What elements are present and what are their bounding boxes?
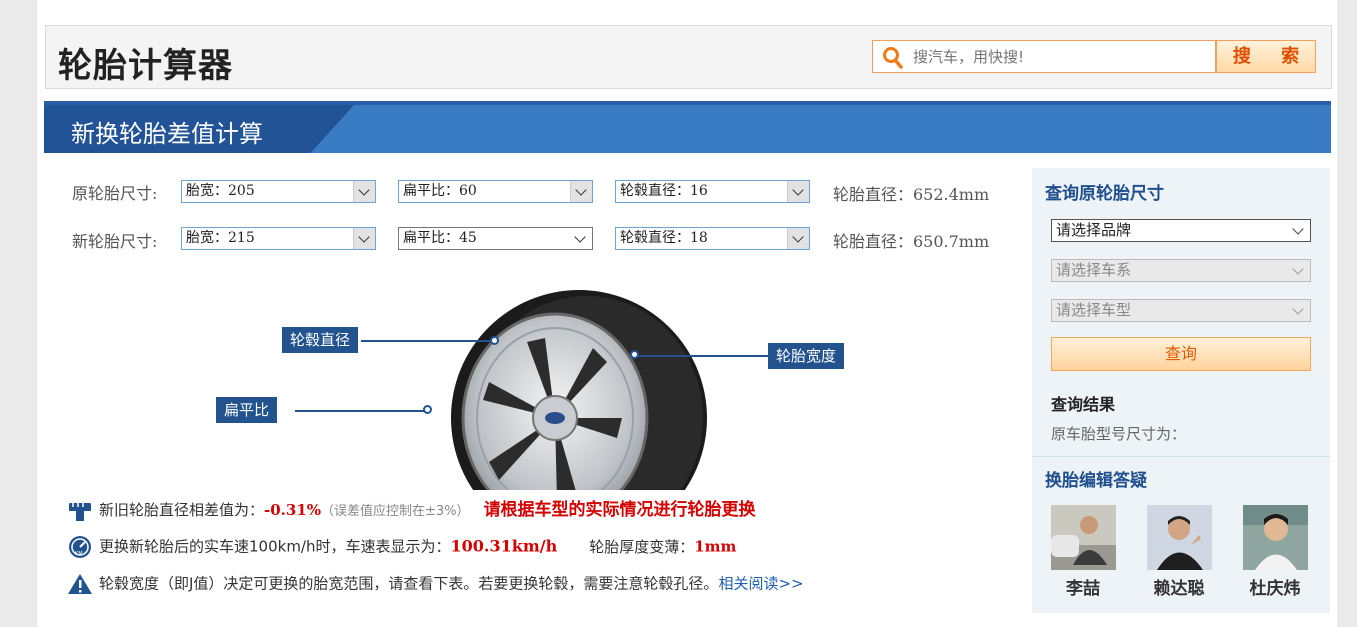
sidebar: 查询原轮胎尺寸 请选择品牌 请选择车系 请选择车型 查询 查询结果 原车胎型号尺… xyxy=(1032,168,1330,613)
aspect-ratio-dot xyxy=(423,405,432,414)
brand-select[interactable]: 请选择品牌 xyxy=(1051,219,1311,242)
aspect-ratio-callout: 扁平比 xyxy=(216,397,278,423)
svg-text:KM: KM xyxy=(75,551,83,557)
query-button[interactable]: 查询 xyxy=(1051,337,1311,371)
search-button[interactable]: 搜 索 xyxy=(1216,40,1316,73)
chevron-down-icon xyxy=(1292,263,1304,275)
rim-diameter-callout: 轮毂直径 xyxy=(282,327,359,353)
brand-select-value: 请选择品牌 xyxy=(1056,221,1132,239)
editor-name[interactable]: 李喆 xyxy=(1043,574,1123,599)
divider xyxy=(1032,456,1330,457)
ruler-icon xyxy=(69,502,91,521)
speed-prefix: 更换新轮胎后的实车速100km/h时，车速表显示为： xyxy=(99,537,451,556)
editor-photo xyxy=(1051,505,1116,570)
original-width-select[interactable]: 胎宽：205 xyxy=(181,180,376,203)
thin-prefix: 轮胎厚度变薄： xyxy=(589,537,695,556)
model-select-value: 请选择车型 xyxy=(1056,301,1132,319)
original-rim-select[interactable]: 轮毂直径：16 xyxy=(615,180,810,203)
chevron-down-icon xyxy=(353,181,375,202)
diff-note: （误差值应控制在±3%） xyxy=(321,504,470,519)
tire-image xyxy=(451,290,707,490)
width-note-line: 轮毂宽度（即J值）决定可更换的胎宽范围，请查看下表。若要更换轮毂，需要注意轮毂孔… xyxy=(67,572,804,596)
width-note: 轮毂宽度（即J值）决定可更换的胎宽范围，请查看下表。若要更换轮毂，需要注意轮毂孔… xyxy=(99,574,719,593)
page-title: 轮胎计算器 xyxy=(58,46,233,86)
original-aspect-select[interactable]: 扁平比：60 xyxy=(398,180,593,203)
speed-line: KM 更换新轮胎后的实车速100km/h时，车速表显示为：100.31km/h 轮… xyxy=(67,535,736,559)
chevron-down-icon xyxy=(353,228,375,249)
editor-photo xyxy=(1147,505,1212,570)
tire-width-dot xyxy=(630,350,639,359)
rim-diameter-dot xyxy=(490,336,499,345)
new-diameter: 轮胎直径：650.7mm xyxy=(833,232,990,251)
editor-photo xyxy=(1243,505,1308,570)
new-rim-value: 轮毂直径：18 xyxy=(620,230,708,246)
avatar[interactable] xyxy=(1051,505,1116,570)
warning-icon xyxy=(68,574,92,594)
new-width-select[interactable]: 胎宽：215 xyxy=(181,227,376,250)
tire-width-line xyxy=(637,355,768,357)
new-tire-label: 新轮胎尺寸: xyxy=(72,232,158,251)
page: 轮胎计算器 搜 索 新换轮胎差值计算 原轮胎尺寸: 胎宽：205 扁平比：60 … xyxy=(37,0,1337,627)
search-box[interactable] xyxy=(872,40,1216,73)
search-input[interactable] xyxy=(913,41,1213,72)
original-diameter: 轮胎直径：652.4mm xyxy=(833,185,990,204)
original-tire-label: 原轮胎尺寸: xyxy=(72,184,158,203)
search-icon xyxy=(883,47,903,69)
series-select-value: 请选择车系 xyxy=(1056,261,1132,279)
section-title: 新换轮胎差值计算 xyxy=(71,120,263,148)
chevron-down-icon xyxy=(787,228,809,249)
sidebar-title: 查询原轮胎尺寸 xyxy=(1045,184,1164,204)
editor-name[interactable]: 赖达聪 xyxy=(1139,574,1219,599)
editor-name[interactable]: 杜庆炜 xyxy=(1235,574,1315,599)
diff-warning: 请根据车型的实际情况进行轮胎更换 xyxy=(483,500,756,520)
original-width-value: 胎宽：205 xyxy=(186,183,255,199)
new-aspect-select[interactable]: 扁平比：45 xyxy=(398,227,593,250)
chevron-down-icon xyxy=(570,228,592,249)
model-select[interactable]: 请选择车型 xyxy=(1051,299,1311,322)
speedometer-icon: KM xyxy=(69,536,91,558)
chevron-down-icon xyxy=(570,181,592,202)
diameter-diff-line: 新旧轮胎直径相差值为：-0.31%（误差值应控制在±3%） 请根据车型的实际情况进… xyxy=(67,495,756,523)
rim-diameter-line xyxy=(361,340,493,342)
diff-prefix: 新旧轮胎直径相差值为： xyxy=(99,501,265,519)
original-rim-value: 轮毂直径：16 xyxy=(620,183,708,199)
series-select[interactable]: 请选择车系 xyxy=(1051,259,1311,282)
original-aspect-value: 扁平比：60 xyxy=(403,183,477,199)
new-rim-select[interactable]: 轮毂直径：18 xyxy=(615,227,810,250)
read-more-link[interactable]: 相关阅读>> xyxy=(718,575,803,593)
new-aspect-value: 扁平比：45 xyxy=(403,230,477,246)
section-banner: 新换轮胎差值计算 xyxy=(44,101,1331,153)
aspect-ratio-line xyxy=(295,410,425,412)
chevron-down-icon xyxy=(1292,223,1304,235)
header: 轮胎计算器 搜 索 xyxy=(45,25,1332,89)
new-width-value: 胎宽：215 xyxy=(186,230,255,246)
chevron-down-icon xyxy=(787,181,809,202)
result-title: 查询结果 xyxy=(1051,395,1116,414)
speed-value: 100.31km/h xyxy=(450,536,558,556)
avatar[interactable] xyxy=(1147,505,1212,570)
editors-title: 换胎编辑答疑 xyxy=(1045,471,1147,491)
result-text: 原车胎型号尺寸为： xyxy=(1051,425,1187,443)
avatar[interactable] xyxy=(1243,505,1308,570)
chevron-down-icon xyxy=(1292,303,1304,315)
diff-value: -0.31% xyxy=(264,501,322,519)
thin-value: 1mm xyxy=(694,537,737,556)
tire-illustration xyxy=(417,290,717,490)
tire-width-callout: 轮胎宽度 xyxy=(768,343,845,369)
